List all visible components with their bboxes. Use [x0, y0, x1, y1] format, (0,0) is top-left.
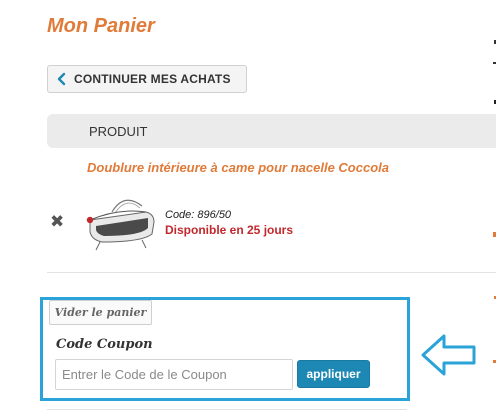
arrow-left-outline-icon [421, 334, 476, 376]
cart-page: Mon Panier CONTINUER MES ACHATS PRODUIT … [0, 0, 496, 419]
availability-status: Disponible en 25 jours [165, 223, 294, 237]
continue-shopping-button[interactable]: CONTINUER MES ACHATS [47, 65, 247, 93]
table-header: PRODUIT [47, 114, 496, 148]
divider [47, 272, 496, 273]
product-code: Code: 896/50 [165, 209, 232, 221]
apply-coupon-button[interactable]: appliquer [297, 360, 370, 388]
close-icon[interactable]: ✖ [50, 213, 64, 230]
chevron-left-icon [57, 72, 66, 86]
column-header-product: PRODUIT [89, 124, 148, 139]
continue-shopping-label: CONTINUER MES ACHATS [74, 72, 231, 86]
product-image[interactable] [82, 190, 160, 252]
page-title: Mon Panier [47, 15, 155, 37]
divider [47, 409, 407, 410]
coupon-label: Code Coupon [56, 337, 153, 352]
empty-cart-button[interactable]: Vider le panier [49, 300, 152, 325]
product-name-link[interactable]: Doublure intérieure à came pour nacelle … [87, 160, 389, 175]
page-edge-fragment [493, 40, 496, 363]
coupon-code-input[interactable] [55, 359, 293, 390]
